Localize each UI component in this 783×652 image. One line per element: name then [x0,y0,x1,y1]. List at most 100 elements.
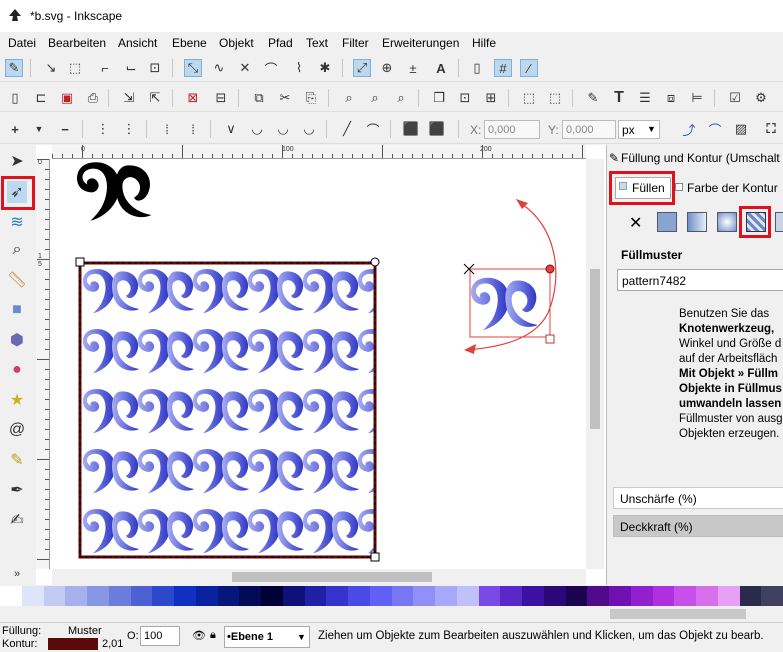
palette-swatch[interactable] [195,586,218,606]
break-path-icon[interactable]: ⋮ [120,120,138,138]
smooth-node-icon[interactable]: ◡ [248,120,266,138]
open-icon[interactable]: ⊏ [32,89,50,107]
menu-datei[interactable]: Datei [8,36,36,50]
snap-bbox-edge-icon[interactable]: ⬚ [66,59,84,77]
cut-icon[interactable]: ✂ [276,89,294,107]
zoom-selection-icon[interactable]: ⌕ [340,89,358,107]
palette-swatch[interactable] [282,586,305,606]
no-paint-icon[interactable]: ✕ [629,213,642,233]
y-input[interactable] [562,120,616,139]
menu-bearbeiten[interactable]: Bearbeiten [48,36,106,50]
join-segment-icon[interactable]: ⁞ [158,120,176,138]
export-icon[interactable]: ⇱ [146,89,164,107]
rectangle-tool-icon[interactable]: ■ [7,299,27,321]
snap-rotation-icon[interactable]: ± [404,59,422,77]
palette-scrollbar[interactable] [0,606,783,622]
layer-eye-icon[interactable]: 👁︎ [192,629,206,642]
snap-others-icon[interactable]: ⤢ [353,59,371,77]
ellipse-tool-icon[interactable]: ● [7,359,27,381]
snap-center-icon[interactable]: ⊕ [378,59,396,77]
black-swirl-shape[interactable] [77,162,152,221]
horizontal-scrollbar[interactable] [52,569,586,585]
snap-intersection-icon[interactable]: ✕ [236,59,254,77]
ungroup-icon[interactable]: ⬚ [546,89,564,107]
zoom-drawing-icon[interactable]: ⌕ [366,89,384,107]
palette-swatch[interactable] [130,586,153,606]
linear-gradient-icon[interactable] [687,212,707,232]
save-icon[interactable]: ▣ [58,89,76,107]
menu-filter[interactable]: Filter [342,36,369,50]
zoom-tool-icon[interactable]: ⌕ [7,239,27,261]
zoom-page-icon[interactable]: ⌕ [392,89,410,107]
color-palette[interactable] [0,586,783,606]
3d-box-tool-icon[interactable]: ⬢ [7,329,27,351]
palette-swatch[interactable] [435,586,457,606]
palette-swatch[interactable] [87,586,109,606]
palette-swatch[interactable] [630,586,653,606]
palette-swatch[interactable] [500,586,523,606]
new-document-icon[interactable]: ▯ [6,89,24,107]
stroke-width[interactable]: 2,01 [102,638,123,650]
palette-swatch[interactable] [348,586,370,606]
delete-node-icon[interactable]: − [56,120,74,138]
palette-swatch[interactable] [761,586,783,606]
auto-smooth-node-icon[interactable]: ◡ [300,120,318,138]
pattern-tile-editor[interactable] [463,199,557,354]
duplicate-icon[interactable]: ❐ [430,89,448,107]
layer-lock-icon[interactable]: 🔒︎ [210,629,216,642]
menu-text[interactable]: Text [306,36,328,50]
palette-swatch[interactable] [21,586,44,606]
menu-hilfe[interactable]: Hilfe [472,36,496,50]
flat-color-icon[interactable] [657,212,677,232]
pen-tool-icon[interactable]: ✒ [7,479,27,501]
unit-select[interactable]: px ▼ [618,120,660,139]
opacity-slider[interactable]: Deckkraft (%) [613,515,783,537]
line-segment-icon[interactable]: ╱ [338,120,356,138]
palette-swatch[interactable] [65,586,88,606]
spiral-tool-icon[interactable]: @ [7,419,27,441]
show-clip-icon[interactable]: ▨ [732,120,750,138]
vertical-scrollbar[interactable] [586,159,604,569]
xml-editor-icon[interactable]: ⧈ [662,89,680,107]
redo-icon[interactable]: ⊟ [212,89,230,107]
palette-swatch[interactable] [108,586,131,606]
pencil-tool-icon[interactable]: ✎ [7,449,27,471]
palette-swatch[interactable] [391,586,414,606]
fill-stroke-icon[interactable]: ✎ [584,89,602,107]
preferences-icon[interactable]: ⚙ [752,89,770,107]
stroke-swatch[interactable] [48,638,98,650]
transform-handles-icon[interactable]: ⛶ [762,120,780,138]
snap-nodes-icon[interactable]: ⤡ [184,59,202,77]
clone-icon[interactable]: ⊡ [456,89,474,107]
palette-swatch[interactable] [543,586,566,606]
tweak-tool-icon[interactable]: ≋ [7,211,27,233]
snap-path-icon[interactable]: ∿ [210,59,228,77]
more-tools-icon[interactable]: » [7,563,27,585]
pattern-select[interactable]: pattern7482 [617,269,783,291]
palette-swatch[interactable] [369,586,392,606]
object-to-path-icon[interactable]: ⬛ [402,120,420,138]
palette-swatch[interactable] [0,586,22,606]
layers-icon[interactable]: ☰ [636,89,654,107]
palette-swatch[interactable] [152,586,175,606]
snap-midpoint-icon[interactable]: ⌇ [290,59,308,77]
menu-erweiterungen[interactable]: Erweiterungen [382,36,459,50]
palette-swatch[interactable] [522,586,544,606]
snap-bbox-center-icon[interactable]: ⊡ [146,59,164,77]
dropdown-arrow-icon[interactable]: ▼ [30,120,48,138]
vertical-scroll-thumb[interactable] [590,269,600,429]
palette-swatch[interactable] [456,586,479,606]
unlink-clone-icon[interactable]: ⊞ [482,89,500,107]
snap-smooth-icon[interactable]: ⌒ [262,59,280,77]
copy-icon[interactable]: ⧉ [250,89,268,107]
palette-swatch[interactable] [609,586,631,606]
palette-swatch[interactable] [239,586,262,606]
join-nodes-icon[interactable]: ⋮ [94,120,112,138]
snap-toggle-icon[interactable]: ✎ [5,59,23,77]
measure-tool-icon[interactable]: 📏︎ [7,269,27,291]
palette-swatch[interactable] [565,586,588,606]
palette-scroll-thumb[interactable] [610,609,746,619]
stroke-to-path-icon[interactable]: ⬛ [428,120,446,138]
paste-icon[interactable]: ⎘ [302,89,320,107]
add-node-icon[interactable]: + [6,120,24,138]
